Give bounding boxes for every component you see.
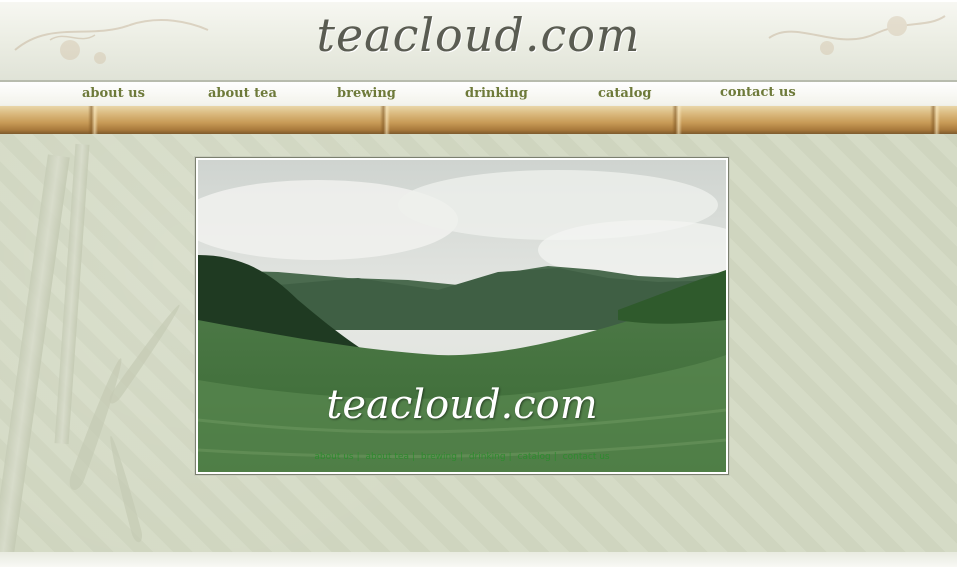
link-separator: | <box>508 452 512 462</box>
bamboo-node <box>380 106 390 134</box>
site-header: teacloud.com <box>0 0 957 84</box>
link-separator: | <box>411 452 416 462</box>
hero-link-about-tea[interactable]: about tea <box>366 452 409 462</box>
bamboo-leaf-decoration <box>106 301 184 407</box>
nav-item-drinking[interactable]: drinking <box>465 86 528 101</box>
link-separator: | <box>356 452 360 462</box>
hero-link-about-us[interactable]: about us <box>314 452 353 462</box>
bamboo-leaf-decoration <box>105 434 145 544</box>
hero-photo[interactable]: teacloud.com about us | about tea | brewin… <box>198 160 726 472</box>
nav-item-about-us[interactable]: about us <box>82 86 145 101</box>
link-separator: | <box>553 452 557 462</box>
hero-link-catalog[interactable]: catalog <box>518 452 551 462</box>
hero-link-bar: about us | about tea | brewing | drinking | … <box>198 452 726 462</box>
bamboo-node <box>930 106 940 134</box>
nav-item-contact-us[interactable]: contact us <box>720 85 796 100</box>
hero-image-frame: teacloud.com about us | about tea | brewin… <box>195 157 729 475</box>
bamboo-stalk-decoration <box>0 154 70 554</box>
nav-item-brewing[interactable]: brewing <box>337 86 396 101</box>
hero-link-brewing[interactable]: brewing <box>421 452 457 462</box>
hero-logo: teacloud.com <box>326 382 598 428</box>
bamboo-node <box>672 106 682 134</box>
hero-link-contact-us[interactable]: contact us <box>563 452 610 462</box>
nav-item-about-tea[interactable]: about tea <box>208 86 277 101</box>
nav-item-catalog[interactable]: catalog <box>598 86 651 101</box>
hero-link-drinking[interactable]: drinking <box>469 452 506 462</box>
bamboo-node <box>88 106 98 134</box>
link-separator: | <box>459 452 463 462</box>
site-logo[interactable]: teacloud.com <box>0 8 957 62</box>
page-bottom-edge <box>0 552 957 567</box>
main-nav: about us about tea brewing drinking cata… <box>0 82 957 106</box>
bamboo-divider <box>0 106 957 134</box>
